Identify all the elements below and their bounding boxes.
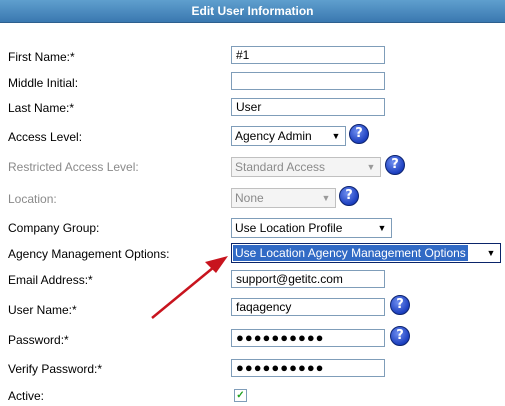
annotation-arrow-icon bbox=[151, 256, 228, 319]
arrow-shaft bbox=[151, 266, 215, 319]
